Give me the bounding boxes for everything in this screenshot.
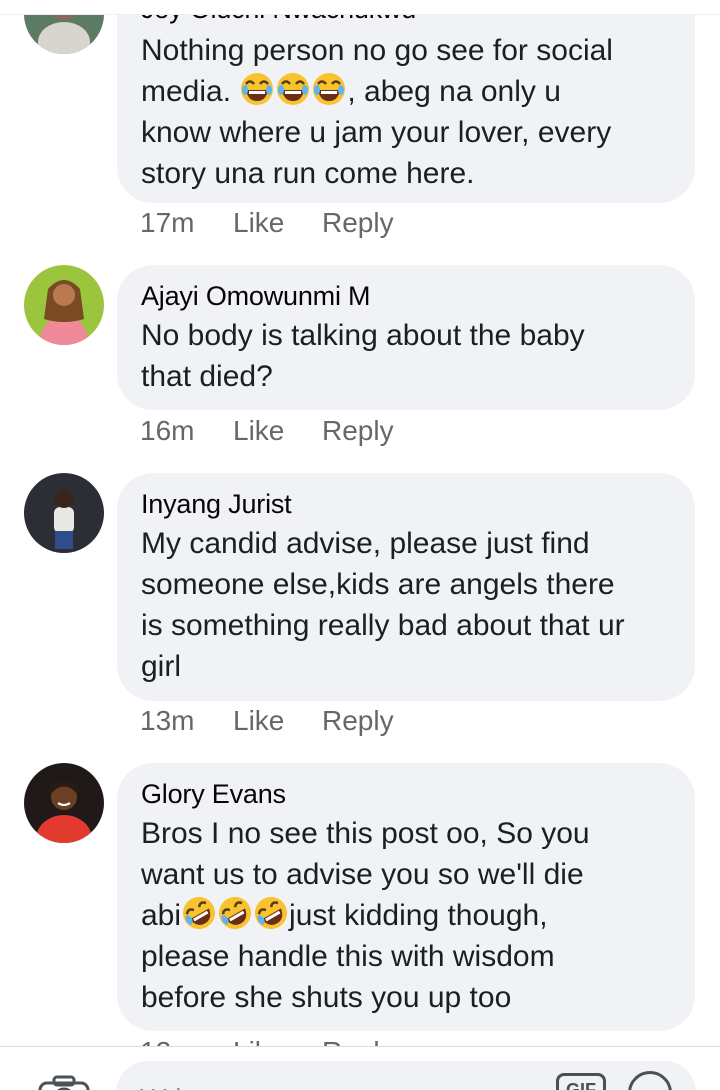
avatar-photo-icon: [24, 265, 104, 345]
top-edge-divider: [0, 0, 720, 15]
comment-text-line: is something really bad about that ur: [141, 609, 625, 642]
rofl-emoji-icon: [217, 895, 253, 931]
comment-text-line: before she shuts you up too: [141, 981, 512, 1014]
comment-text-line: please handle this with wisdom: [141, 940, 555, 973]
reply-button[interactable]: Reply: [322, 701, 394, 741]
comment-text-line: story una run come here.: [141, 157, 475, 190]
comment-text-line: No body is talking about the baby: [141, 319, 585, 352]
comment-timestamp: 16m: [140, 415, 195, 446]
comment-text-line: media. , abeg na only u: [141, 71, 675, 112]
joy-emoji-icon: [239, 71, 275, 107]
avatar-photo-icon: [24, 763, 104, 843]
comment-author[interactable]: Ajayi Omowunmi M: [141, 279, 675, 313]
comment-text-line: abi just kidding though,: [141, 895, 675, 936]
camera-icon[interactable]: [38, 1075, 90, 1090]
avatar[interactable]: [24, 763, 104, 843]
like-button[interactable]: Like: [233, 411, 284, 451]
comment-author[interactable]: Glory Evans: [141, 777, 675, 811]
rofl-emoji-icon: [181, 895, 217, 931]
gif-button[interactable]: GIF: [556, 1073, 606, 1090]
reply-button[interactable]: Reply: [322, 203, 394, 243]
rofl-emoji-icon: [253, 895, 289, 931]
joy-emoji-icon: [275, 71, 311, 107]
comment-text-fragment: , abeg na only u: [347, 75, 561, 108]
comment-text-fragment: abi: [141, 899, 182, 932]
like-button[interactable]: Like: [233, 701, 284, 741]
avatar[interactable]: [24, 473, 104, 553]
comment-timestamp: 13m: [140, 705, 195, 736]
reply-button[interactable]: Reply: [322, 411, 394, 451]
comment-text-line: girl: [141, 650, 182, 683]
comment-text-line: Nothing person no go see for social: [141, 34, 613, 67]
comment-text-line: want us to advise you so we'll die: [141, 858, 584, 891]
like-button[interactable]: Like: [233, 203, 284, 243]
comment-thread: Joy Oluchi Nwachukwu Nothing person no g…: [0, 0, 720, 1090]
comment-bubble[interactable]: Inyang Jurist My candid advise, please j…: [117, 473, 695, 701]
comment-input[interactable]: [116, 1061, 696, 1090]
comment-author[interactable]: Inyang Jurist: [141, 487, 675, 521]
avatar-photo-icon: [24, 473, 104, 553]
comment-bubble[interactable]: Ajayi Omowunmi M No body is talking abou…: [117, 265, 695, 410]
comment-bubble[interactable]: Joy Oluchi Nwachukwu Nothing person no g…: [117, 0, 695, 203]
comment-text-line: My candid advise, please just find: [141, 527, 590, 560]
comment-text-fragment: just kidding though,: [289, 899, 548, 932]
comment-text-line: someone else,kids are angels there: [141, 568, 615, 601]
joy-emoji-icon: [311, 71, 347, 107]
comment-text-line: know where u jam your lover, every: [141, 116, 612, 149]
comment-text-fragment: media.: [141, 75, 240, 108]
comment-text-line: that died?: [141, 360, 273, 393]
comment-composer: GIF: [0, 1046, 720, 1090]
comment-timestamp: 17m: [140, 207, 195, 238]
comment-text-line: Bros I no see this post oo, So you: [141, 817, 590, 850]
comment-bubble[interactable]: Glory Evans Bros I no see this post oo, …: [117, 763, 695, 1031]
avatar[interactable]: [24, 265, 104, 345]
